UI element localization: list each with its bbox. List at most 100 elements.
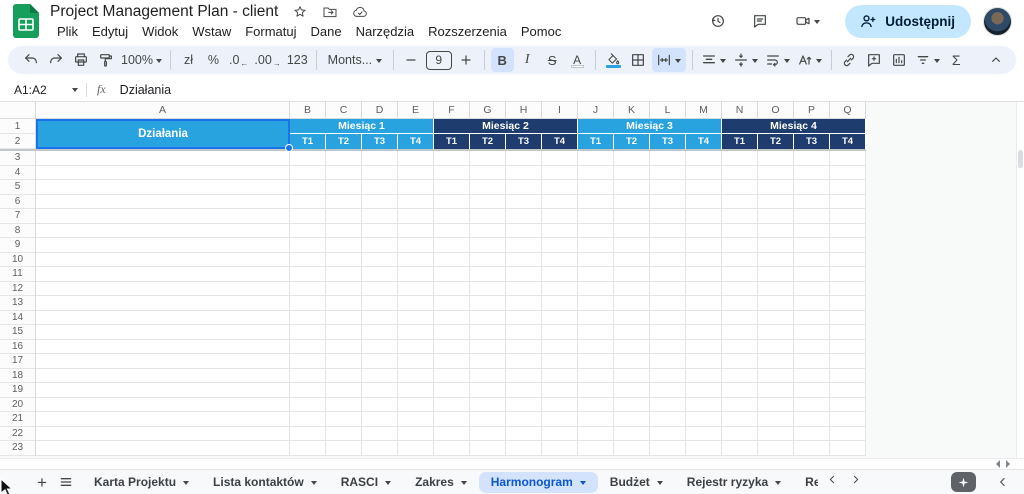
- sheets-logo-icon[interactable]: [12, 3, 40, 39]
- cell[interactable]: [686, 310, 722, 325]
- cell[interactable]: [434, 368, 470, 383]
- cell[interactable]: [470, 383, 506, 398]
- cell[interactable]: [830, 354, 866, 369]
- cell[interactable]: [794, 412, 830, 427]
- cell[interactable]: [434, 310, 470, 325]
- version-history-icon[interactable]: [699, 4, 737, 38]
- column-header-K[interactable]: K: [614, 102, 650, 119]
- scroll-left-icon[interactable]: [992, 460, 1000, 468]
- cell[interactable]: [650, 238, 686, 253]
- paint-format-icon[interactable]: [94, 48, 117, 72]
- insert-comment-icon[interactable]: [863, 48, 886, 72]
- cell[interactable]: [794, 151, 830, 166]
- cell[interactable]: [722, 339, 758, 354]
- cell[interactable]: [794, 296, 830, 311]
- cell[interactable]: [578, 252, 614, 267]
- quarter-header-cell[interactable]: T1: [434, 134, 470, 149]
- cell[interactable]: [434, 180, 470, 195]
- cell[interactable]: [542, 426, 578, 441]
- cell[interactable]: [398, 223, 434, 238]
- cell[interactable]: [326, 325, 362, 340]
- cell[interactable]: [758, 281, 794, 296]
- comments-icon[interactable]: [741, 4, 779, 38]
- account-avatar[interactable]: [983, 6, 1012, 36]
- cell[interactable]: [614, 267, 650, 282]
- cell[interactable]: [290, 165, 326, 180]
- cell[interactable]: [614, 310, 650, 325]
- cell[interactable]: [830, 267, 866, 282]
- cell[interactable]: [326, 180, 362, 195]
- cell[interactable]: [650, 151, 686, 166]
- cell[interactable]: [362, 252, 398, 267]
- cell[interactable]: [722, 209, 758, 224]
- cell[interactable]: [758, 151, 794, 166]
- cell[interactable]: [362, 339, 398, 354]
- cell[interactable]: [506, 151, 542, 166]
- cell[interactable]: [614, 368, 650, 383]
- cell[interactable]: [326, 151, 362, 166]
- cell[interactable]: [506, 296, 542, 311]
- borders-button[interactable]: [627, 48, 650, 72]
- cell[interactable]: [326, 165, 362, 180]
- tab-lista-kontaktów[interactable]: Lista kontaktów: [201, 472, 329, 493]
- cell[interactable]: [506, 339, 542, 354]
- cell[interactable]: [578, 368, 614, 383]
- cell[interactable]: [614, 180, 650, 195]
- cell[interactable]: [506, 223, 542, 238]
- cell[interactable]: [398, 310, 434, 325]
- tabs-scroll-right-icon[interactable]: [849, 473, 862, 491]
- cell[interactable]: [36, 354, 290, 369]
- cell[interactable]: [686, 223, 722, 238]
- formula-input[interactable]: Działania: [120, 83, 171, 97]
- cell[interactable]: [506, 397, 542, 412]
- cell[interactable]: [470, 252, 506, 267]
- row-header-16[interactable]: 16: [0, 339, 36, 354]
- cell[interactable]: [578, 325, 614, 340]
- cell[interactable]: [506, 426, 542, 441]
- undo-icon[interactable]: [19, 48, 42, 72]
- row-header-1[interactable]: 1: [0, 119, 36, 134]
- cell[interactable]: [758, 325, 794, 340]
- quarter-header-cell[interactable]: T2: [470, 134, 506, 149]
- cell[interactable]: [686, 368, 722, 383]
- cell[interactable]: [542, 151, 578, 166]
- cell[interactable]: [542, 267, 578, 282]
- bold-button[interactable]: B: [490, 48, 514, 72]
- insert-link-icon[interactable]: [838, 48, 861, 72]
- cell[interactable]: [722, 151, 758, 166]
- row-header-8[interactable]: 8: [0, 223, 36, 238]
- row-header-17[interactable]: 17: [0, 354, 36, 369]
- column-header-P[interactable]: P: [794, 102, 830, 119]
- cell[interactable]: [578, 180, 614, 195]
- cell[interactable]: [362, 223, 398, 238]
- cell[interactable]: [290, 151, 326, 166]
- cell[interactable]: [686, 180, 722, 195]
- cell[interactable]: [830, 412, 866, 427]
- cell[interactable]: [362, 368, 398, 383]
- cell[interactable]: [794, 281, 830, 296]
- cell[interactable]: [542, 194, 578, 209]
- cell[interactable]: [506, 194, 542, 209]
- cell[interactable]: [362, 180, 398, 195]
- tab-rejest-zmian[interactable]: Rejest zmian: [793, 472, 818, 493]
- cell[interactable]: [398, 267, 434, 282]
- cell[interactable]: [542, 209, 578, 224]
- cell[interactable]: [614, 281, 650, 296]
- cell[interactable]: [470, 354, 506, 369]
- cell[interactable]: [290, 238, 326, 253]
- menu-narzędzia[interactable]: Narzędzia: [349, 23, 422, 40]
- row-header-18[interactable]: 18: [0, 368, 36, 383]
- cell[interactable]: [326, 397, 362, 412]
- tab-karta-projektu[interactable]: Karta Projektu: [82, 472, 201, 493]
- cell[interactable]: [326, 252, 362, 267]
- cell[interactable]: [578, 412, 614, 427]
- column-header-O[interactable]: O: [758, 102, 794, 119]
- cell[interactable]: [722, 238, 758, 253]
- cell[interactable]: [830, 339, 866, 354]
- cell[interactable]: [830, 397, 866, 412]
- cell[interactable]: [470, 412, 506, 427]
- cell[interactable]: [830, 194, 866, 209]
- cell[interactable]: [578, 383, 614, 398]
- cell[interactable]: [434, 339, 470, 354]
- cell[interactable]: [506, 267, 542, 282]
